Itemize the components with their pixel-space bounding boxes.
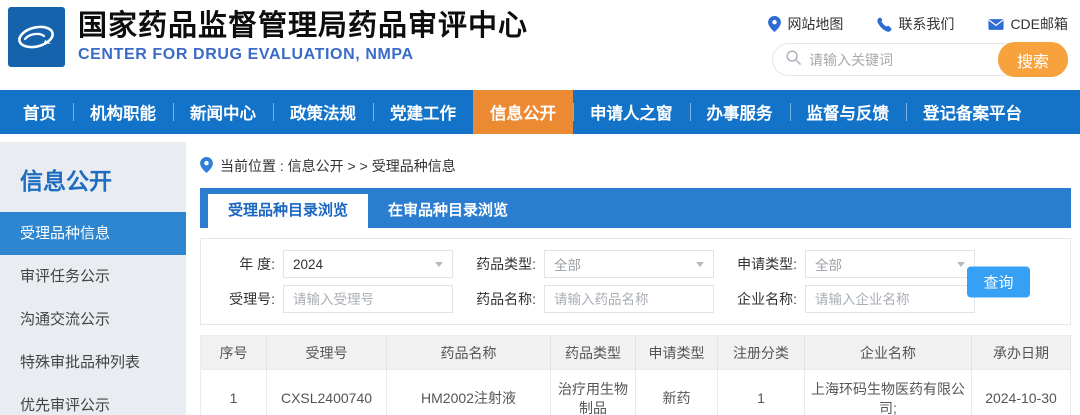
site-search: 搜索 (772, 42, 1068, 77)
drug-name-input[interactable] (544, 285, 714, 313)
envelope-icon (988, 18, 1004, 31)
nav-item-functions[interactable]: 机构职能 (73, 90, 173, 134)
cell-apply-type: 新药 (635, 369, 718, 415)
site-subtitle: CENTER FOR DRUG EVALUATION, NMPA (78, 46, 414, 63)
nav-item-registration-platform[interactable]: 登记备案平台 (906, 90, 1039, 134)
table-row: 1 CXSL2400740 HM2002注射液 治疗用生物制品 新药 1 上海环… (200, 369, 1071, 415)
sitemap-label: 网站地图 (787, 16, 844, 32)
breadcrumb-text: 当前位置 : 信息公开 > > 受理品种信息 (220, 158, 456, 174)
breadcrumb-pin-icon (200, 156, 213, 176)
drug-type-label: 药品类型: (476, 256, 536, 272)
location-pin-icon (768, 16, 782, 32)
content: 当前位置 : 信息公开 > > 受理品种信息 受理品种目录浏览 在审品种目录浏览… (186, 142, 1080, 415)
col-header-drug-type: 药品类型 (550, 335, 636, 370)
main-nav: 首页 机构职能 新闻中心 政策法规 党建工作 信息公开 申请人之窗 办事服务 监… (0, 90, 1080, 134)
search-input[interactable] (801, 51, 998, 68)
sidebar-item-review-tasks[interactable]: 审评任务公示 (0, 255, 186, 298)
col-header-reg-class: 注册分类 (717, 335, 805, 370)
nav-item-supervision-feedback[interactable]: 监督与反馈 (789, 90, 907, 134)
nav-item-news[interactable]: 新闻中心 (173, 90, 273, 134)
tab-under-review-catalog[interactable]: 在审品种目录浏览 (368, 194, 528, 228)
drug-type-select-value: 全部 (554, 258, 581, 273)
chevron-down-icon (957, 261, 965, 267)
nav-item-services[interactable]: 办事服务 (689, 90, 790, 134)
year-select[interactable]: 2024 (283, 250, 453, 278)
filter-row-1: 年 度: 2024 药品类型: 全部 申请类型: 全部 (215, 250, 1056, 278)
page: 国家药品监督管理局药品审评中心 CENTER FOR DRUG EVALUATI… (0, 0, 1080, 415)
sidebar-title: 信息公开 (20, 168, 112, 194)
cde-logo (8, 7, 65, 67)
filter-group-drug-type: 药品类型: 全部 (476, 250, 722, 278)
phone-icon (877, 17, 892, 32)
col-header-acceptance-no: 受理号 (266, 335, 387, 370)
cde-mail-label: CDE邮箱 (1010, 16, 1068, 32)
cell-date: 2024-10-30 (971, 369, 1071, 415)
col-header-drug-name: 药品名称 (386, 335, 551, 370)
sidebar-item-special-approval[interactable]: 特殊审批品种列表 (0, 341, 186, 384)
sidebar: 信息公开 受理品种信息 审评任务公示 沟通交流公示 特殊审批品种列表 优先审评公… (0, 142, 186, 415)
main-area: 信息公开 受理品种信息 审评任务公示 沟通交流公示 特殊审批品种列表 优先审评公… (0, 142, 1080, 415)
brand-text: 国家药品监督管理局药品审评中心 CENTER FOR DRUG EVALUATI… (78, 7, 528, 64)
sidebar-item-communication[interactable]: 沟通交流公示 (0, 298, 186, 341)
apply-type-select[interactable]: 全部 (805, 250, 975, 278)
cell-drug-name: HM2002注射液 (386, 369, 551, 415)
sidebar-item-priority-review[interactable]: 优先审评公示 (0, 384, 186, 415)
col-header-date: 承办日期 (971, 335, 1071, 370)
company-name-label: 企业名称: (737, 291, 797, 307)
year-label: 年 度: (239, 256, 275, 272)
drug-name-label: 药品名称: (476, 291, 536, 307)
contact-us-link[interactable]: 联系我们 (877, 14, 954, 34)
site-title: 国家药品监督管理局药品审评中心 (78, 10, 529, 42)
cell-company: 上海环码生物医药有限公司; (804, 369, 972, 415)
nav-item-party-building[interactable]: 党建工作 (373, 90, 473, 134)
table-header-row: 序号 受理号 药品名称 药品类型 申请类型 注册分类 企业名称 承办日期 (200, 335, 1071, 370)
nav-item-info-disclosure[interactable]: 信息公开 (473, 90, 573, 134)
nav-item-applicant-window[interactable]: 申请人之窗 (573, 90, 690, 134)
chevron-down-icon (435, 261, 443, 267)
sitemap-link[interactable]: 网站地图 (768, 14, 843, 34)
cde-mail-link[interactable]: CDE邮箱 (988, 14, 1068, 34)
query-button[interactable]: 查询 (967, 266, 1030, 297)
filter-group-acceptance-no: 受理号: (215, 285, 461, 313)
cell-reg-class: 1 (717, 369, 805, 415)
filter-row-2: 受理号: 药品名称: 企业名称: (215, 285, 1056, 313)
acceptance-no-label: 受理号: (229, 291, 275, 307)
acceptance-no-input[interactable] (283, 285, 453, 313)
site-header: 国家药品监督管理局药品审评中心 CENTER FOR DRUG EVALUATI… (0, 0, 1080, 90)
filter-group-apply-type: 申请类型: 全部 (737, 250, 983, 278)
filter-group-company-name: 企业名称: (737, 285, 983, 313)
filter-panel: 年 度: 2024 药品类型: 全部 申请类型: 全部 受理号: 请输入受理号 … (200, 238, 1071, 325)
contact-us-label: 联系我们 (898, 16, 955, 32)
nav-item-home[interactable]: 首页 (6, 90, 73, 134)
search-icon (786, 49, 801, 70)
tab-bar: 受理品种目录浏览 在审品种目录浏览 (200, 188, 1071, 228)
chevron-down-icon (696, 261, 704, 267)
filter-group-drug-name: 药品名称: (476, 285, 722, 313)
nav-item-policies[interactable]: 政策法规 (273, 90, 373, 134)
year-select-value: 2024 (293, 256, 324, 272)
drug-type-select[interactable]: 全部 (544, 250, 714, 278)
apply-type-label: 申请类型: (737, 256, 797, 272)
col-header-apply-type: 申请类型 (635, 335, 718, 370)
cde-logo-emblem (17, 25, 54, 49)
tab-accepted-catalog[interactable]: 受理品种目录浏览 (208, 194, 369, 228)
apply-type-select-value: 全部 (815, 258, 842, 273)
utility-links: 网站地图 联系我们 CDE邮箱 (768, 14, 1068, 34)
sidebar-item-accepted-varieties[interactable]: 受理品种信息 (0, 212, 186, 255)
filter-group-year: 年 度: 2024 (215, 250, 461, 278)
cell-drug-type: 治疗用生物制品 (550, 369, 636, 415)
cell-seq: 1 (200, 369, 267, 415)
breadcrumb: 当前位置 : 信息公开 > > 受理品种信息 (200, 156, 1071, 176)
company-name-input[interactable] (805, 285, 975, 313)
col-header-company: 企业名称 (804, 335, 972, 370)
brand: 国家药品监督管理局药品审评中心 CENTER FOR DRUG EVALUATI… (8, 7, 528, 67)
col-header-seq: 序号 (200, 335, 267, 370)
search-button[interactable]: 搜索 (998, 42, 1068, 77)
cell-acceptance-no: CXSL2400740 (266, 369, 387, 415)
results-table: 序号 受理号 药品名称 药品类型 申请类型 注册分类 企业名称 承办日期 1 C… (200, 335, 1071, 415)
